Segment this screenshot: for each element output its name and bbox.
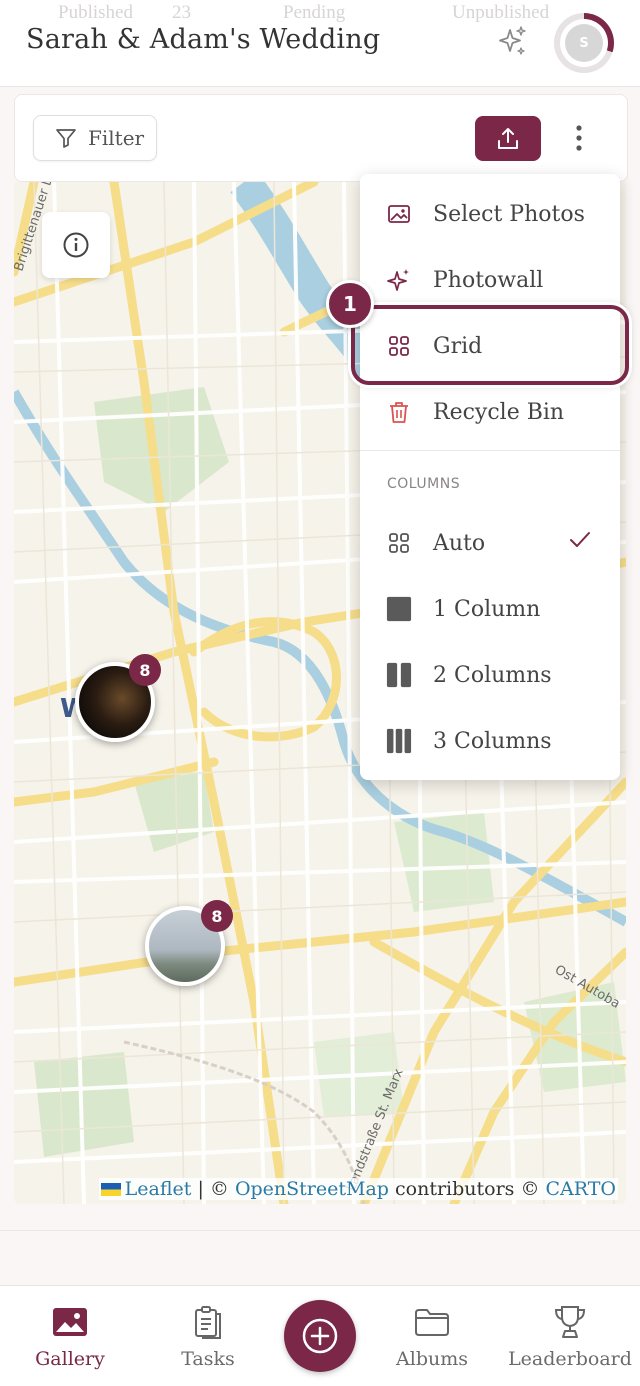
page-title: Sarah & Adam's Wedding [26,24,381,55]
ukraine-flag-icon [100,1183,121,1196]
menu-item-label: Recycle Bin [433,399,565,425]
upload-icon [498,127,518,149]
menu-item-label: Photowall [433,267,544,293]
three-columns-icon [386,728,412,754]
menu-item-recycle-bin[interactable]: Recycle Bin [360,382,620,442]
columns-section-title: COLUMNS [387,476,461,492]
nav-albums[interactable]: Albums [362,1286,502,1386]
grid-icon [386,530,412,556]
app-header: Published 23 Pending Unpublished Sarah &… [0,0,640,87]
more-options-icon[interactable] [567,123,591,153]
clipboard-icon [188,1302,228,1342]
menu-item-select-photos[interactable]: Select Photos [360,184,620,244]
menu-item-label: Auto [433,530,486,556]
openstreetmap-link[interactable]: OpenStreetMap [235,1178,389,1200]
folder-icon [412,1302,452,1342]
photo-cluster-marker[interactable]: 8 [75,654,161,742]
menu-item-columns-2[interactable]: 2 Columns [360,645,620,705]
two-columns-icon [386,662,412,688]
info-button[interactable] [42,212,110,278]
menu-item-columns-1[interactable]: 1 Column [360,579,620,639]
cluster-count-badge: 8 [129,654,161,686]
leaflet-link[interactable]: Leaflet [125,1178,192,1200]
tab-unpublished: Unpublished [452,2,550,23]
nav-leaderboard[interactable]: Leaderboard [500,1286,640,1386]
info-icon [63,232,89,258]
trash-icon [386,399,412,425]
filter-icon [56,129,76,148]
tab-published: Published [58,2,133,23]
sparkles-icon[interactable] [494,24,530,60]
menu-item-label: 3 Columns [433,728,552,754]
avatar[interactable]: S [554,13,614,73]
nav-gallery-label: Gallery [35,1348,105,1370]
map-attribution: Leaflet | © OpenStreetMap contributors ©… [98,1178,618,1200]
nav-leaderboard-label: Leaderboard [508,1348,632,1370]
trophy-icon [550,1302,590,1342]
gallery-toolbar: Filter [14,94,628,182]
gallery-icon [50,1302,90,1342]
photo-cluster-marker[interactable]: 8 [145,900,233,986]
checkmark-icon [568,528,592,558]
nav-albums-label: Albums [396,1348,468,1370]
bottom-divider [0,1230,640,1231]
cluster-count-badge: 8 [201,900,233,932]
plus-circle-icon [302,1318,338,1354]
tutorial-highlight [351,305,629,385]
sparkles-icon [386,267,412,293]
nav-tasks-label: Tasks [181,1348,235,1370]
menu-item-columns-auto[interactable]: Auto [360,513,620,573]
attribution-contributors: contributors © [388,1178,546,1200]
tutorial-step-badge: 1 [326,280,374,328]
avatar-inner: S [560,19,608,67]
filter-label: Filter [88,126,145,150]
options-menu: Select Photos Photowall Grid Recycle Bin… [360,174,620,780]
one-column-icon [386,596,412,622]
tab-published-count: 23 [172,2,191,23]
upload-button[interactable] [475,116,541,161]
menu-item-label: 2 Columns [433,662,552,688]
filter-button[interactable]: Filter [33,115,157,161]
menu-divider [360,450,620,451]
tab-pending: Pending [283,2,346,23]
menu-item-photowall[interactable]: Photowall [360,250,620,310]
menu-item-label: Select Photos [433,201,585,227]
avatar-initial: S [565,24,603,62]
bottom-navigation: Gallery Tasks Albums Leaderboard [0,1285,640,1386]
attribution-separator: | © [191,1178,235,1200]
image-icon [386,201,412,227]
nav-gallery[interactable]: Gallery [0,1286,140,1386]
menu-item-columns-3[interactable]: 3 Columns [360,711,620,771]
menu-item-label: 1 Column [433,596,541,622]
carto-link[interactable]: CARTO [546,1178,616,1200]
add-photo-button[interactable] [284,1300,356,1372]
nav-tasks[interactable]: Tasks [138,1286,278,1386]
